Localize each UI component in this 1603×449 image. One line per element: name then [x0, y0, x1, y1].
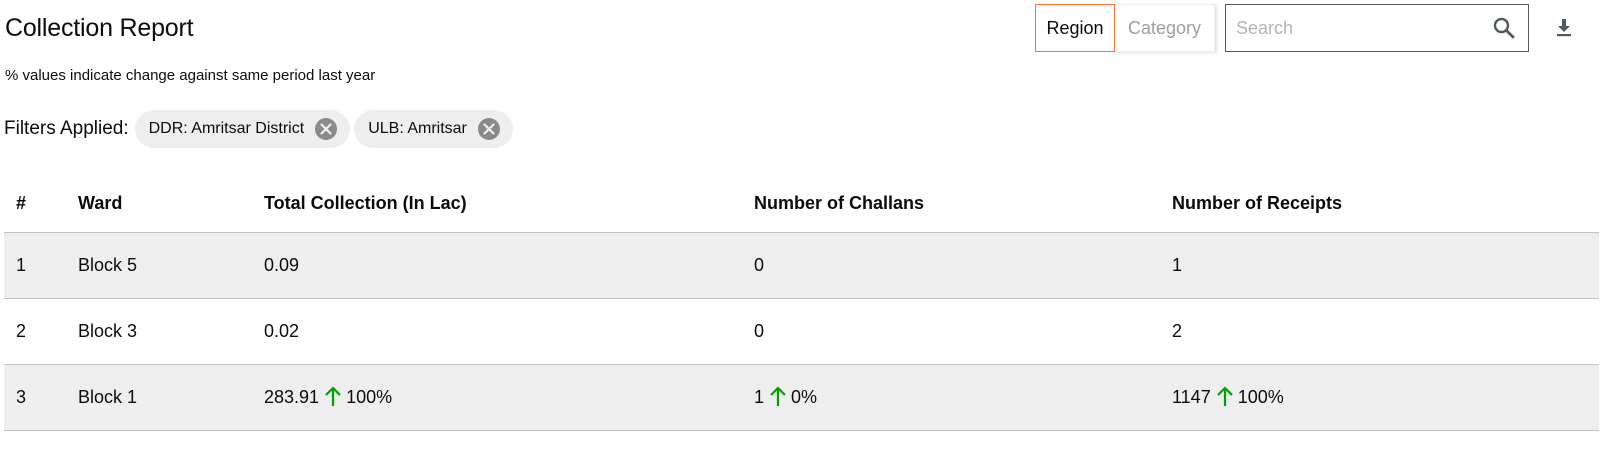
close-circle-icon[interactable]: [314, 117, 338, 141]
cell-receipts: 1147 100%: [1172, 364, 1599, 431]
table-row: 3 Block 1 283.91 100% 1 0% 1147 100%: [4, 364, 1599, 431]
cell-ward: Block 5: [78, 232, 264, 299]
table-row: 1 Block 5 0.09 0 1: [4, 232, 1599, 299]
column-header-challans[interactable]: Number of Challans: [754, 176, 1172, 233]
cell-receipts: 2: [1172, 298, 1599, 365]
cell-value: 283.91: [264, 386, 320, 407]
view-toggle: Region Category: [1035, 4, 1215, 52]
search-input[interactable]: [1226, 5, 1480, 51]
download-icon[interactable]: [1548, 12, 1580, 44]
filter-chip-label: DDR: Amritsar District: [148, 120, 305, 137]
cell-index: 3: [4, 364, 78, 431]
collection-table: # Ward Total Collection (In Lac) Number …: [4, 176, 1599, 431]
cell-challans: 0: [754, 232, 1172, 299]
table-row: 2 Block 3 0.02 0 2: [4, 298, 1599, 365]
cell-total-collection: 0.09: [264, 232, 754, 299]
toggle-region-button[interactable]: Region: [1035, 4, 1115, 52]
filter-chip-label: ULB: Amritsar: [368, 120, 467, 137]
close-circle-icon[interactable]: [477, 117, 501, 141]
search-icon[interactable]: [1480, 5, 1528, 51]
page-title: Collection Report: [5, 14, 194, 42]
cell-value: 1147: [1172, 386, 1211, 407]
filter-chip-ulb: ULB: Amritsar: [354, 110, 513, 148]
column-header-index[interactable]: #: [4, 176, 78, 233]
cell-index: 1: [4, 232, 78, 299]
column-header-receipts[interactable]: Number of Receipts: [1172, 176, 1599, 233]
arrow-up-icon: [323, 386, 343, 408]
arrow-up-icon: [768, 386, 788, 408]
filter-chip-ddr: DDR: Amritsar District: [134, 110, 351, 148]
page-subtitle: % values indicate change against same pe…: [5, 67, 376, 84]
cell-change: 0%: [791, 386, 818, 407]
table-header-row: # Ward Total Collection (In Lac) Number …: [4, 176, 1599, 233]
search-box: [1225, 4, 1529, 52]
column-header-ward[interactable]: Ward: [78, 176, 264, 233]
cell-challans: 1 0%: [754, 364, 1172, 431]
cell-change: 100%: [1237, 386, 1284, 407]
cell-challans: 0: [754, 298, 1172, 365]
filters-applied: Filters Applied: DDR: Amritsar District …: [4, 110, 513, 148]
cell-total-collection: 0.02: [264, 298, 754, 365]
cell-index: 2: [4, 298, 78, 365]
collection-report-page: Collection Report % values indicate chan…: [0, 0, 1603, 449]
arrow-up-icon: [1215, 386, 1235, 408]
filters-label: Filters Applied:: [4, 118, 129, 139]
cell-receipts: 1: [1172, 232, 1599, 299]
cell-total-collection: 283.91 100%: [264, 364, 754, 431]
cell-ward: Block 1: [78, 364, 264, 431]
cell-value: 1: [754, 386, 765, 407]
column-header-total-collection[interactable]: Total Collection (In Lac): [264, 176, 754, 233]
cell-change: 100%: [346, 386, 393, 407]
cell-ward: Block 3: [78, 298, 264, 365]
toggle-category-button[interactable]: Category: [1115, 4, 1215, 52]
